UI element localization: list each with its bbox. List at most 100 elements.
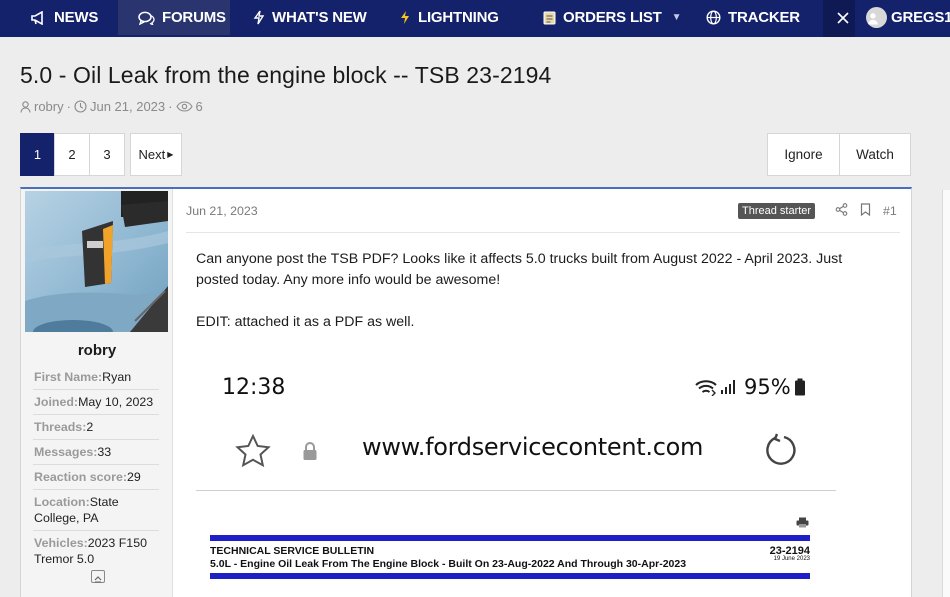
- page-1-button[interactable]: 1: [20, 133, 55, 176]
- user-icon: [868, 13, 878, 25]
- thread-replies-count: 6: [195, 99, 203, 114]
- fact-label: Vehicles:: [34, 536, 88, 550]
- tsb-heading: TECHNICAL SERVICE BULLETIN: [210, 545, 375, 557]
- refresh-icon: [766, 433, 796, 465]
- chat-bubbles-icon: [138, 11, 155, 25]
- truck-photo: [25, 191, 168, 332]
- post-body: Can anyone post the TSB PDF? Looks like …: [196, 249, 876, 333]
- thread-actions: Ignore Watch: [767, 133, 911, 176]
- battery-percent: 95%: [744, 375, 791, 399]
- tsb-top-bar: [210, 535, 810, 541]
- nav-lightning[interactable]: LIGHTNING: [399, 0, 499, 35]
- nav-tracker[interactable]: TRACKER: [706, 0, 800, 35]
- fact-value: 29: [126, 470, 141, 484]
- nav-orders-list[interactable]: ORDERS LIST ▼: [543, 0, 682, 35]
- lightning-icon: [253, 10, 265, 25]
- post-number-link[interactable]: #1: [883, 204, 897, 218]
- avatar: [866, 7, 887, 28]
- tsb-row: 5.0L - Engine Oil Leak From The Engine B…: [210, 556, 810, 570]
- tsb-subject: 5.0L - Engine Oil Leak From The Engine B…: [210, 558, 687, 570]
- chevron-down-icon[interactable]: ▼: [672, 12, 682, 23]
- share-icon[interactable]: [835, 203, 848, 216]
- side-scroll-area[interactable]: [942, 190, 950, 597]
- nav-forums-label: FORUMS: [162, 9, 226, 26]
- tsb-date: 19 June 2023: [773, 556, 810, 562]
- nav-orders-list-label: ORDERS LIST: [563, 9, 662, 26]
- user-fact-reaction-score: Reaction score:29: [33, 465, 159, 490]
- post-paragraph: EDIT: attached it as a PDF as well.: [196, 314, 415, 330]
- user-fact-vehicles: Vehicles:2023 F150 Tremor 5.0: [33, 531, 159, 571]
- globe-icon: [706, 10, 721, 25]
- fact-label: Threads:: [34, 420, 87, 434]
- page-title: 5.0 - Oil Leak from the engine block -- …: [20, 62, 552, 88]
- watch-button[interactable]: Watch: [839, 133, 911, 176]
- clipboard-icon: [543, 11, 556, 25]
- nav-tracker-label: TRACKER: [728, 9, 800, 26]
- thread-date-link[interactable]: Jun 21, 2023: [90, 99, 165, 114]
- nav-user-menu[interactable]: GREGS1: [866, 0, 950, 35]
- attachment-url-text: www.fordservicecontent.com: [362, 433, 704, 461]
- user-info-pane: robry First Name:Ryan Joined:May 10, 202…: [21, 189, 173, 597]
- lock-icon: [303, 442, 317, 460]
- fact-label: Reaction score:: [34, 470, 127, 484]
- chevron-up-icon: [94, 576, 102, 583]
- post-date-link[interactable]: Jun 21, 2023: [186, 204, 258, 218]
- user-fact-location: Location:State College, PA: [33, 490, 159, 531]
- signal-icon: [721, 380, 735, 394]
- meta-separator: ·: [66, 99, 71, 114]
- nav-lightning-label: LIGHTNING: [418, 9, 499, 26]
- bolt-icon: [401, 11, 409, 24]
- chevron-right-icon: ▶: [167, 150, 174, 159]
- tsb-row: TECHNICAL SERVICE BULLETIN 23-2194: [210, 545, 810, 557]
- thread-author-link[interactable]: robry: [34, 99, 64, 114]
- eye-icon: [175, 101, 193, 112]
- fact-value: Ryan: [102, 370, 132, 384]
- post-header-divider: [186, 232, 900, 233]
- user-avatar-image[interactable]: [25, 191, 168, 332]
- tsb-header: TECHNICAL SERVICE BULLETIN 23-2194 5.0L …: [210, 535, 810, 579]
- megaphone-icon: [31, 10, 43, 25]
- nav-username: GREGS1: [891, 9, 950, 26]
- fact-label: First Name:: [34, 370, 103, 384]
- bookmark-icon[interactable]: [860, 203, 871, 216]
- battery-icon: [794, 378, 805, 396]
- printer-icon: [796, 517, 809, 528]
- nav-news[interactable]: NEWS: [31, 0, 98, 35]
- post-message: robry First Name:Ryan Joined:May 10, 202…: [20, 187, 912, 597]
- user-icon: [20, 100, 31, 113]
- fact-value: 2: [86, 420, 94, 434]
- user-fact-threads: Threads:2: [33, 415, 159, 440]
- next-page-label: Next: [138, 147, 166, 162]
- fact-label: Location:: [34, 495, 90, 509]
- thread-starter-badge: Thread starter: [738, 203, 816, 219]
- attached-screenshot[interactable]: 12:38 95% www.fordservicecontent.com TEC…: [196, 367, 841, 597]
- post-username-link[interactable]: robry: [21, 342, 173, 359]
- fact-label: Joined:: [34, 395, 79, 409]
- phone-status: 95%: [694, 375, 806, 399]
- thread-meta: robry · Jun 21, 2023 · 6: [20, 99, 203, 114]
- user-fact-messages: Messages:33: [33, 440, 159, 465]
- next-page-button[interactable]: Next ▶: [130, 133, 182, 176]
- meta-separator: ·: [168, 99, 173, 114]
- nav-news-label: NEWS: [54, 9, 99, 26]
- post-paragraph: Can anyone post the TSB PDF? Looks like …: [196, 251, 843, 288]
- nav-whats-new-label: WHAT'S NEW: [272, 9, 367, 26]
- fact-value: 33: [97, 445, 112, 459]
- page-3-button[interactable]: 3: [89, 133, 125, 176]
- clock-icon: [74, 100, 87, 113]
- attachment-divider: [196, 490, 836, 491]
- fact-label: Messages:: [34, 445, 98, 459]
- ignore-button[interactable]: Ignore: [767, 133, 840, 176]
- nav-whats-new[interactable]: WHAT'S NEW: [253, 0, 367, 35]
- pagination: 1 2 3 Next ▶: [20, 133, 182, 176]
- phone-clock: 12:38: [222, 375, 286, 400]
- collapse-toggle[interactable]: [91, 570, 105, 583]
- fact-value: May 10, 2023: [78, 395, 154, 409]
- tsb-bottom-bar: [210, 573, 810, 579]
- nav-tools[interactable]: [836, 0, 857, 35]
- top-navigation-bar: NEWS FORUMS WHAT'S NEW LIGHTNING ORDERS …: [0, 0, 950, 37]
- user-facts-list: First Name:Ryan Joined:May 10, 2023 Thre…: [33, 365, 159, 571]
- nav-forums[interactable]: FORUMS: [118, 0, 230, 35]
- user-fact-first-name: First Name:Ryan: [33, 365, 159, 390]
- page-2-button[interactable]: 2: [54, 133, 90, 176]
